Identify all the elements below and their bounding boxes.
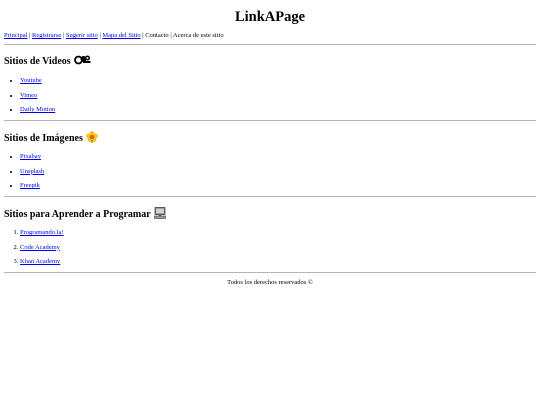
- link-youtube[interactable]: Youtube: [20, 77, 42, 84]
- section-title-text: Sitios de Videos: [4, 56, 71, 67]
- section-title-programming: Sitios para Aprender a Programar: [4, 207, 166, 222]
- section-title-text: Sitios para Aprender a Programar: [4, 209, 151, 220]
- list-item: Unsplash: [20, 168, 44, 183]
- link-pixabay[interactable]: Pixabay: [20, 153, 41, 160]
- nav-text-contacto: Contacto: [145, 32, 169, 39]
- list-item: Youtube: [20, 77, 55, 92]
- video-camera-icon: [73, 55, 92, 68]
- nav-text-acerca: Acerca de este sitio: [172, 32, 224, 39]
- top-nav: Principal | Registrarse | Sugerir sitio …: [4, 32, 224, 39]
- link-programando-la[interactable]: Programando.la!: [20, 229, 64, 236]
- link-khan-academy[interactable]: Khan Academy: [20, 258, 60, 265]
- list-item: Vimeo: [20, 92, 55, 107]
- list-item: Freepik: [20, 182, 44, 197]
- divider: [4, 196, 536, 197]
- link-freepik[interactable]: Freepik: [20, 182, 40, 189]
- section-title-images: Sitios de Imágenes: [4, 131, 98, 146]
- link-daily-motion[interactable]: Daily Motion: [20, 106, 55, 113]
- list-item: Code Academy: [20, 244, 64, 259]
- programming-links-list: Programando.la! Code Academy Khan Academ…: [4, 229, 64, 273]
- section-title-videos: Sitios de Videos: [4, 55, 92, 68]
- list-item: Pixabay: [20, 153, 44, 168]
- link-vimeo[interactable]: Vimeo: [20, 92, 37, 99]
- list-item: Programando.la!: [20, 229, 64, 244]
- footer-text: Todos los derechos reservados ©: [227, 279, 313, 286]
- computer-icon: [153, 207, 166, 222]
- site-title: LinkAPage: [234, 9, 306, 25]
- section-title-text: Sitios de Imágenes: [4, 133, 83, 144]
- divider: [4, 272, 536, 273]
- nav-link-principal[interactable]: Principal: [4, 32, 27, 39]
- image-links-list: Pixabay Unsplash Freepik: [4, 153, 44, 197]
- list-item: Khan Academy: [20, 258, 64, 273]
- link-unsplash[interactable]: Unsplash: [20, 168, 44, 175]
- nav-link-mapa-del-sitio[interactable]: Mapa del Sitio: [102, 32, 140, 39]
- nav-link-sugerir-sitio[interactable]: Sugerir sitio: [66, 32, 98, 39]
- list-item: Daily Motion: [20, 106, 55, 121]
- flower-icon: [86, 131, 98, 146]
- video-links-list: Youtube Vimeo Daily Motion: [4, 77, 55, 121]
- divider: [4, 44, 536, 45]
- divider: [4, 120, 536, 121]
- nav-link-registrarse[interactable]: Registrarse: [32, 32, 61, 39]
- link-code-academy[interactable]: Code Academy: [20, 244, 60, 251]
